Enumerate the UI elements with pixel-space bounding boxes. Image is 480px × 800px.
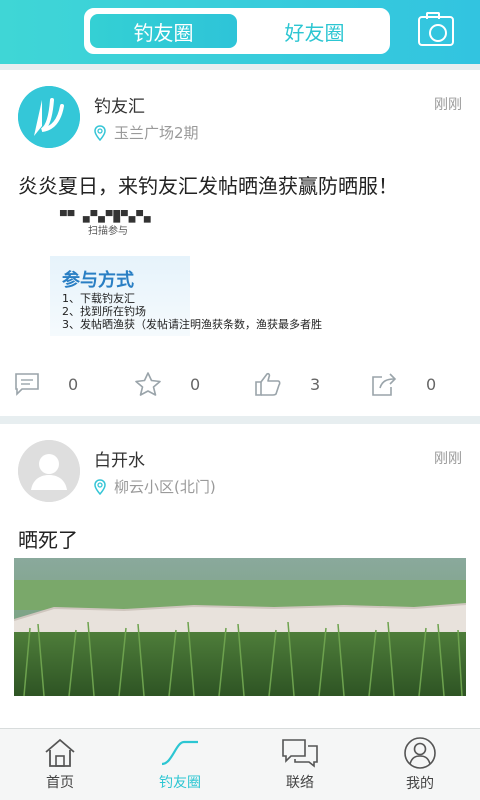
divider — [0, 416, 480, 424]
post-image[interactable]: ▀▀ ▄▀▄▀█▀▄▀▄ 扫描参与 参与方式 1、下载钓友汇 2、找到所在钓场 … — [14, 210, 466, 338]
like-count: 3 — [310, 374, 321, 394]
location-pin-icon — [94, 478, 106, 495]
location-text: 柳云小区(北门) — [114, 478, 216, 496]
app-logo-icon — [18, 86, 80, 148]
avatar[interactable] — [18, 86, 80, 148]
circle-switch: 钓友圈 好友圈 — [84, 8, 390, 54]
tab-profile[interactable]: 我的 — [360, 729, 480, 800]
like-button[interactable]: 3 — [254, 364, 320, 404]
post-time: 刚刚 — [434, 451, 462, 467]
tab-fishing-circle[interactable]: 钓友圈 — [90, 14, 237, 48]
home-icon — [45, 738, 75, 767]
profile-icon — [404, 736, 436, 769]
author-name[interactable]: 白开水 — [94, 446, 145, 471]
scan-hint: 扫描参与 — [88, 226, 128, 237]
post-actions: 0 0 3 0 — [0, 364, 480, 404]
grass-photo — [14, 558, 466, 696]
location: 玉兰广场2期 — [94, 122, 199, 143]
camera-icon[interactable] — [418, 12, 454, 46]
tab-fishing-circle-nav[interactable]: 钓友圈 — [120, 729, 240, 800]
tab-contacts[interactable]: 联络 — [240, 729, 360, 800]
tab-label: 首页 — [46, 774, 74, 791]
comment-icon — [15, 373, 39, 396]
post-time: 刚刚 — [434, 97, 462, 113]
post-content: 晒死了 — [18, 528, 78, 552]
fishing-circle-icon — [161, 740, 198, 765]
share-count: 0 — [426, 374, 437, 394]
tab-label: 钓友圈 — [159, 774, 201, 791]
location-text: 玉兰广场2期 — [114, 124, 199, 142]
image-title: 参与方式 — [62, 270, 134, 291]
comment-button[interactable]: 0 — [14, 364, 78, 404]
comment-count: 0 — [68, 374, 79, 394]
location: 柳云小区(北门) — [94, 476, 216, 497]
default-avatar-icon — [18, 440, 80, 502]
post-feed[interactable]: 钓友汇 刚刚 玉兰广场2期 炎炎夏日，来钓友汇发帖晒渔获赢防晒服！ ▀▀ ▄▀▄… — [0, 70, 480, 728]
post-card[interactable]: 钓友汇 刚刚 玉兰广场2期 炎炎夏日，来钓友汇发帖晒渔获赢防晒服！ ▀▀ ▄▀▄… — [0, 70, 480, 416]
share-button[interactable]: 0 — [370, 364, 436, 404]
favorite-count: 0 — [190, 374, 201, 394]
image-steps: 1、下载钓友汇 2、找到所在钓场 3、发帖晒渔获（发帖请注明渔获条数，渔获最多者… — [62, 292, 322, 331]
tab-label: 我的 — [406, 775, 434, 792]
star-icon — [135, 372, 161, 396]
post-content: 炎炎夏日，来钓友汇发帖晒渔获赢防晒服！ — [18, 174, 398, 198]
avatar[interactable] — [18, 440, 80, 502]
thumbs-up-icon — [255, 372, 281, 396]
share-icon — [372, 373, 397, 396]
favorite-button[interactable]: 0 — [134, 364, 200, 404]
tab-label: 联络 — [286, 774, 314, 791]
chat-icon — [282, 738, 318, 768]
bottom-tabbar: 首页 钓友圈 联络 我的 — [0, 728, 480, 800]
tab-friends-circle[interactable]: 好友圈 — [241, 10, 388, 52]
location-pin-icon — [94, 124, 106, 141]
author-name[interactable]: 钓友汇 — [94, 92, 145, 117]
tab-home[interactable]: 首页 — [0, 729, 120, 800]
post-photo[interactable] — [14, 558, 466, 696]
header-bar: 钓友圈 好友圈 — [0, 0, 480, 64]
